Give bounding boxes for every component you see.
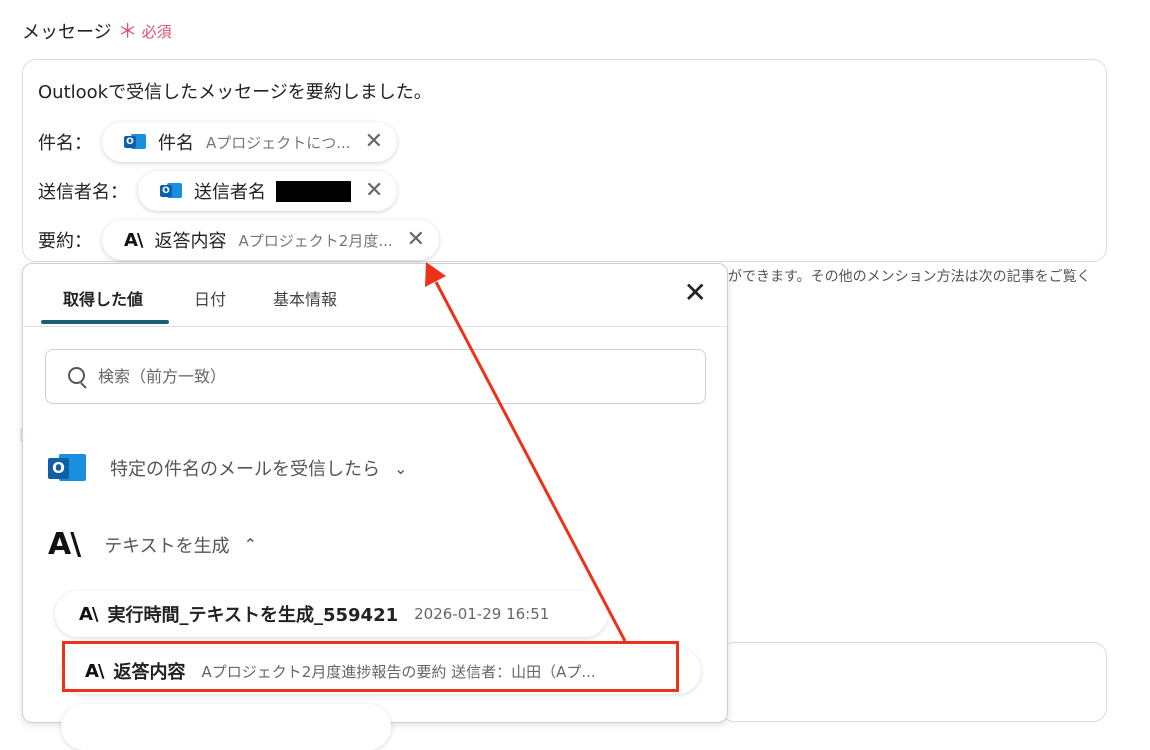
value-item-more[interactable] xyxy=(61,704,391,750)
editor-line-subject: 件名： O 件名 Aプロジェクトにつ... ✕ xyxy=(38,122,398,162)
field-label-text: メッセージ xyxy=(22,22,112,43)
close-icon[interactable]: ✕ xyxy=(684,279,707,307)
search-icon xyxy=(68,366,88,389)
remove-pill-icon[interactable]: ✕ xyxy=(407,229,425,251)
remove-pill-icon[interactable]: ✕ xyxy=(365,180,383,202)
item-name: 実行時間_テキストを生成_559421 xyxy=(107,605,399,626)
helper-text: ができます。その他のメンション方法は次の記事をご覧く xyxy=(728,269,1091,285)
editor-line-text: Outlookで受信したメッセージを要約しました。 xyxy=(38,82,432,103)
sender-label: 送信者名： xyxy=(38,182,128,203)
section-title: 特定の件名のメールを受信したら xyxy=(110,459,380,480)
pill-value: Aプロジェクトにつ... xyxy=(206,133,351,152)
outlook-icon: O xyxy=(124,132,146,152)
outlook-icon: O xyxy=(48,450,86,486)
redacted-value xyxy=(276,180,351,202)
value-item-exec-time[interactable]: A\ 実行時間_テキストを生成_559421 2026-01-29 16:51 xyxy=(55,591,608,637)
editor-line-sender: 送信者名： O 送信者名 ✕ xyxy=(38,171,398,211)
tab-acquired-values[interactable]: 取得した値 xyxy=(63,286,143,310)
search-input[interactable] xyxy=(96,366,660,387)
message-editor[interactable]: Outlookで受信したメッセージを要約しました。 件名： O 件名 Aプロジェ… xyxy=(22,59,1107,262)
editor-line-summary: 要約： A\ 返答内容 Aプロジェクト2月度... ✕ xyxy=(38,220,440,260)
anthropic-icon: A\ xyxy=(124,229,143,251)
pill-value: Aプロジェクト2月度... xyxy=(238,231,393,250)
anthropic-icon: A\ xyxy=(48,527,81,562)
subject-label: 件名： xyxy=(38,133,92,154)
pill-name: 返答内容 xyxy=(154,231,227,252)
chevron-up-icon: ⌃ xyxy=(243,535,258,554)
anthropic-icon: A\ xyxy=(79,603,98,625)
summary-mention-pill[interactable]: A\ 返答内容 Aプロジェクト2月度... ✕ xyxy=(102,220,440,260)
summary-label: 要約： xyxy=(38,231,92,252)
subject-mention-pill[interactable]: O 件名 Aプロジェクトにつ... ✕ xyxy=(102,122,398,162)
annotation-highlight-box xyxy=(62,641,679,692)
outlook-icon: O xyxy=(160,181,182,201)
section-outlook-trigger[interactable]: O 特定の件名のメールを受信したら ⌄ xyxy=(48,450,407,486)
search-box[interactable] xyxy=(45,349,706,404)
section-title: テキストを生成 xyxy=(104,535,230,557)
required-text: 必須 xyxy=(141,22,172,41)
section-generate-text[interactable]: A\ テキストを生成 ⌃ xyxy=(48,527,257,562)
tab-date[interactable]: 日付 xyxy=(194,286,226,310)
next-field-box[interactable] xyxy=(720,642,1107,722)
pill-name: 送信者名 xyxy=(194,182,266,203)
message-field-label: メッセージ ＊ 必須 xyxy=(22,18,172,44)
tab-basic-info[interactable]: 基本情報 xyxy=(273,286,337,310)
item-value: 2026-01-29 16:51 xyxy=(414,605,550,623)
pill-name: 件名 xyxy=(158,133,194,154)
chevron-down-icon: ⌄ xyxy=(394,458,408,478)
sender-mention-pill[interactable]: O 送信者名 ✕ xyxy=(138,171,398,211)
required-star-icon: ＊ xyxy=(117,19,138,43)
remove-pill-icon[interactable]: ✕ xyxy=(365,131,383,153)
active-tab-indicator xyxy=(41,320,169,324)
tab-bar: 取得した値 日付 基本情報 ✕ xyxy=(23,264,727,327)
